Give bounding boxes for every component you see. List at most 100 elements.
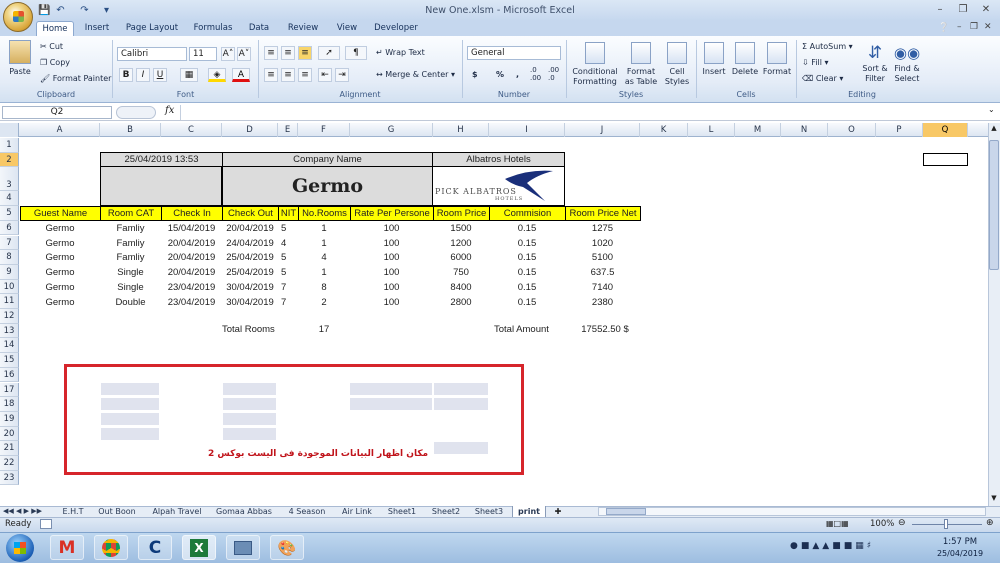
tab-formulas[interactable]: Formulas xyxy=(190,21,236,36)
align-left-button[interactable]: ≡ xyxy=(264,68,278,82)
data-cell[interactable]: 100 xyxy=(350,266,433,280)
header-cell[interactable]: Room CAT xyxy=(100,206,162,221)
increase-indent-button[interactable]: ⇥ xyxy=(335,68,349,82)
data-cell[interactable]: 1500 xyxy=(433,222,489,236)
start-button[interactable] xyxy=(6,534,34,562)
ribbon-close-icon[interactable]: ✕ xyxy=(984,22,992,32)
copy-button[interactable]: ❐ Copy xyxy=(40,58,70,68)
row-header-20[interactable]: 20 xyxy=(0,426,19,442)
data-cell[interactable]: 20/04/2019 xyxy=(161,237,222,251)
data-cell[interactable]: 2380 xyxy=(565,296,640,310)
tab-view[interactable]: View xyxy=(332,21,362,36)
row-header-17[interactable]: 17 xyxy=(0,382,19,398)
total-rooms-value[interactable]: 17 xyxy=(298,324,350,335)
cell-styles-button[interactable]: Cell Styles xyxy=(660,42,694,87)
fill-color-button[interactable]: ◈ xyxy=(208,68,226,82)
column-header-n[interactable]: N xyxy=(781,123,828,137)
align-middle-button[interactable]: ≡ xyxy=(281,46,295,60)
data-cell[interactable]: 23/04/2019 xyxy=(161,281,222,295)
align-right-button[interactable]: ≡ xyxy=(298,68,312,82)
column-header-b[interactable]: B xyxy=(100,123,161,137)
conditional-formatting-button[interactable]: Conditional Formatting xyxy=(570,42,620,87)
data-cell[interactable]: Germo xyxy=(20,237,100,251)
row-header-23[interactable]: 23 xyxy=(0,470,19,486)
placeholder-cell[interactable] xyxy=(101,398,159,410)
data-cell[interactable]: 1275 xyxy=(565,222,640,236)
placeholder-cell[interactable] xyxy=(223,413,276,425)
data-cell[interactable]: 30/04/2019 xyxy=(222,296,278,310)
data-cell[interactable]: 637.5 xyxy=(565,266,640,280)
data-cell[interactable]: 0.15 xyxy=(489,296,565,310)
data-cell[interactable]: Germo xyxy=(20,251,100,265)
paste-button[interactable]: Paste xyxy=(6,40,34,77)
currency-button[interactable]: $ xyxy=(472,70,478,80)
data-cell[interactable]: 6000 xyxy=(433,251,489,265)
format-cells-button[interactable]: Format xyxy=(762,42,792,77)
excel-taskbar-button[interactable]: X xyxy=(182,535,216,560)
data-cell[interactable]: 100 xyxy=(350,281,433,295)
number-format-select[interactable]: General xyxy=(467,46,561,60)
shrink-font-button[interactable]: A˅ xyxy=(237,47,251,61)
data-cell[interactable]: 7 xyxy=(278,281,298,295)
row-header-2[interactable]: 2 xyxy=(0,152,19,168)
data-cell[interactable]: 100 xyxy=(350,237,433,251)
column-header-i[interactable]: I xyxy=(489,123,565,137)
row-header-9[interactable]: 9 xyxy=(0,264,19,280)
header-cell[interactable]: Room Price Net xyxy=(565,206,641,221)
orientation-button[interactable]: ➚ xyxy=(318,46,340,60)
fill-button[interactable]: ⇩ Fill ▾ xyxy=(802,58,829,68)
data-cell[interactable]: 5 xyxy=(278,251,298,265)
italic-button[interactable]: I xyxy=(136,68,150,82)
help-icon[interactable]: ❔ xyxy=(938,23,949,33)
decrease-indent-button[interactable]: ⇤ xyxy=(318,68,332,82)
row-header-13[interactable]: 13 xyxy=(0,323,19,339)
active-cell-selection[interactable] xyxy=(923,153,968,166)
format-as-table-button[interactable]: Format as Table xyxy=(622,42,660,87)
data-cell[interactable]: 2800 xyxy=(433,296,489,310)
zoom-out-icon[interactable]: ⊖ xyxy=(898,518,906,528)
row-header-4[interactable]: 4 xyxy=(0,191,19,207)
sheet-tab-e-h-t[interactable]: E.H.T xyxy=(54,506,92,517)
data-cell[interactable]: 0.15 xyxy=(489,281,565,295)
increase-decimal-button[interactable]: .0 .00 xyxy=(530,66,544,82)
row-header-16[interactable]: 16 xyxy=(0,367,19,383)
data-cell[interactable]: 5 xyxy=(278,222,298,236)
placeholder-cell[interactable] xyxy=(434,383,488,395)
explorer-taskbar-button[interactable] xyxy=(226,535,260,560)
tab-page-layout[interactable]: Page Layout xyxy=(122,21,182,36)
column-header-c[interactable]: C xyxy=(161,123,222,137)
grow-font-button[interactable]: A˄ xyxy=(221,47,235,61)
placeholder-cell[interactable] xyxy=(434,398,488,410)
merge-center-button[interactable]: ↔ Merge & Center ▾ xyxy=(376,70,455,80)
ribbon-restore-icon[interactable]: ❐ xyxy=(970,22,978,32)
data-cell[interactable]: 20/04/2019 xyxy=(161,251,222,265)
cut-button[interactable]: ✂ Cut xyxy=(40,42,63,52)
data-cell[interactable]: Germo xyxy=(20,281,100,295)
data-cell[interactable]: Double xyxy=(100,296,161,310)
header-cell[interactable]: Check Out xyxy=(222,206,279,221)
clock-time[interactable]: 1:57 PM xyxy=(930,537,990,547)
data-cell[interactable]: 8 xyxy=(298,281,350,295)
insert-function-icon[interactable]: fx xyxy=(165,105,174,116)
zoom-level[interactable]: 100% xyxy=(870,519,894,529)
zoom-slider-thumb[interactable] xyxy=(944,519,948,529)
font-name-select[interactable]: Calibri xyxy=(117,47,187,61)
sheet-tab-alpah-travel[interactable]: Alpah Travel xyxy=(147,506,207,517)
data-cell[interactable]: 20/04/2019 xyxy=(222,222,278,236)
ribbon-minimize-icon[interactable]: – xyxy=(957,22,962,32)
header-cell[interactable]: NIT xyxy=(278,206,299,221)
sheet-tab-air-link[interactable]: Air Link xyxy=(336,506,378,517)
align-center-button[interactable]: ≡ xyxy=(281,68,295,82)
column-header-p[interactable]: P xyxy=(876,123,923,137)
minimize-icon[interactable]: – xyxy=(930,2,950,18)
data-cell[interactable]: 2 xyxy=(298,296,350,310)
wrap-text-button[interactable]: ↵ Wrap Text xyxy=(376,48,425,58)
sheet-tab-print[interactable]: print xyxy=(512,506,546,517)
formula-input[interactable] xyxy=(180,105,986,120)
delete-cells-button[interactable]: Delete xyxy=(730,42,760,77)
placeholder-cell[interactable] xyxy=(350,398,432,410)
office-button[interactable] xyxy=(3,2,33,32)
data-cell[interactable]: 750 xyxy=(433,266,489,280)
row-header-3[interactable]: 3 xyxy=(0,167,19,192)
data-cell[interactable]: Famliy xyxy=(100,237,161,251)
